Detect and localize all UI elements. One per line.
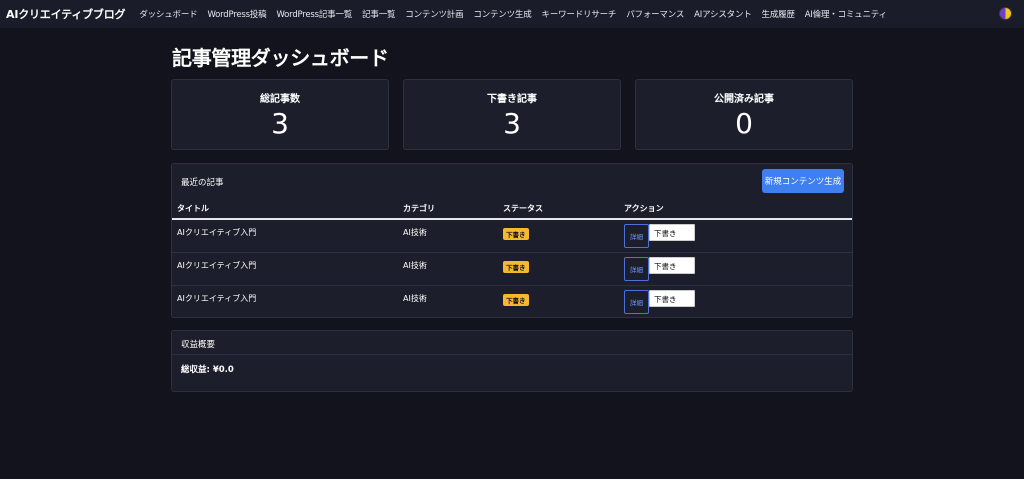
column-header-title: タイトル [177, 204, 209, 213]
nav-item-content-generation[interactable]: コンテンツ生成 [473, 8, 531, 20]
status-badge: 下書き [503, 228, 529, 240]
nav-item-wordpress-list[interactable]: WordPress記事一覧 [276, 8, 352, 20]
top-navbar: AIクリエイティブブログ ダッシュボード WordPress投稿 WordPre… [0, 0, 1024, 28]
recent-articles-title: 最近の記事 [181, 178, 224, 188]
row-title[interactable]: AIクリエイティブ入門 [177, 293, 256, 304]
detail-button[interactable]: 詳細 [624, 224, 649, 248]
table-row: AIクリエイティブ入門 AI技術 下書き 詳細 下書き [172, 220, 852, 253]
row-title[interactable]: AIクリエイティブ入門 [177, 260, 256, 271]
stat-card-drafts: 下書き記事 3 [403, 79, 621, 150]
row-category: AI技術 [403, 261, 427, 270]
new-content-button[interactable]: 新規コンテンツ生成 [762, 169, 844, 193]
nav-item-content-plan[interactable]: コンテンツ計画 [405, 8, 463, 20]
column-header-action: アクション [624, 204, 664, 213]
row-title[interactable]: AIクリエイティブ入門 [177, 227, 256, 238]
nav-item-wordpress-post[interactable]: WordPress投稿 [207, 8, 266, 20]
revenue-total: 総収益: ¥0.0 [181, 365, 234, 375]
stat-value: 3 [503, 107, 521, 140]
status-badge: 下書き [503, 294, 529, 306]
status-select[interactable]: 下書き [649, 257, 695, 274]
stat-label: 下書き記事 [487, 94, 537, 105]
status-select[interactable]: 下書き [649, 290, 695, 307]
nav-item-keyword-research[interactable]: キーワードリサーチ [542, 8, 617, 20]
row-category: AI技術 [403, 228, 427, 237]
detail-button[interactable]: 詳細 [624, 290, 649, 314]
brand-logo-text[interactable]: AIクリエイティブブログ [6, 6, 126, 22]
nav-item-dashboard[interactable]: ダッシュボード [139, 8, 197, 20]
revenue-title: 収益概要 [181, 340, 216, 350]
row-category: AI技術 [403, 294, 427, 303]
status-select[interactable]: 下書き [649, 224, 695, 241]
revenue-panel: 収益概要 総収益: ¥0.0 [171, 330, 853, 392]
stat-card-total: 総記事数 3 [171, 79, 389, 150]
detail-button[interactable]: 詳細 [624, 257, 649, 281]
stat-card-published: 公開済み記事 0 [635, 79, 853, 150]
stat-label: 総記事数 [260, 94, 300, 105]
nav-item-generation-history[interactable]: 生成履歴 [762, 8, 795, 20]
table-row: AIクリエイティブ入門 AI技術 下書き 詳細 下書き [172, 286, 852, 319]
nav-item-ai-ethics-community[interactable]: AI倫理・コミュニティ [805, 8, 887, 20]
recent-articles-panel: 最近の記事 新規コンテンツ生成 タイトル カテゴリ ステータス アクション AI… [171, 163, 853, 318]
nav-item-performance[interactable]: パフォーマンス [626, 8, 684, 20]
status-badge: 下書き [503, 261, 529, 273]
theme-toggle-icon[interactable] [999, 7, 1012, 20]
stat-value: 3 [271, 107, 289, 140]
page-title: 記事管理ダッシュボード [172, 46, 389, 70]
column-header-status: ステータス [503, 204, 543, 213]
nav-item-article-list[interactable]: 記事一覧 [362, 8, 395, 20]
stat-value: 0 [735, 107, 753, 140]
table-row: AIクリエイティブ入門 AI技術 下書き 詳細 下書き [172, 253, 852, 286]
revenue-divider [172, 354, 852, 355]
column-header-category: カテゴリ [403, 204, 435, 213]
stat-label: 公開済み記事 [714, 94, 774, 105]
nav-item-ai-assistant[interactable]: AIアシスタント [694, 8, 752, 20]
